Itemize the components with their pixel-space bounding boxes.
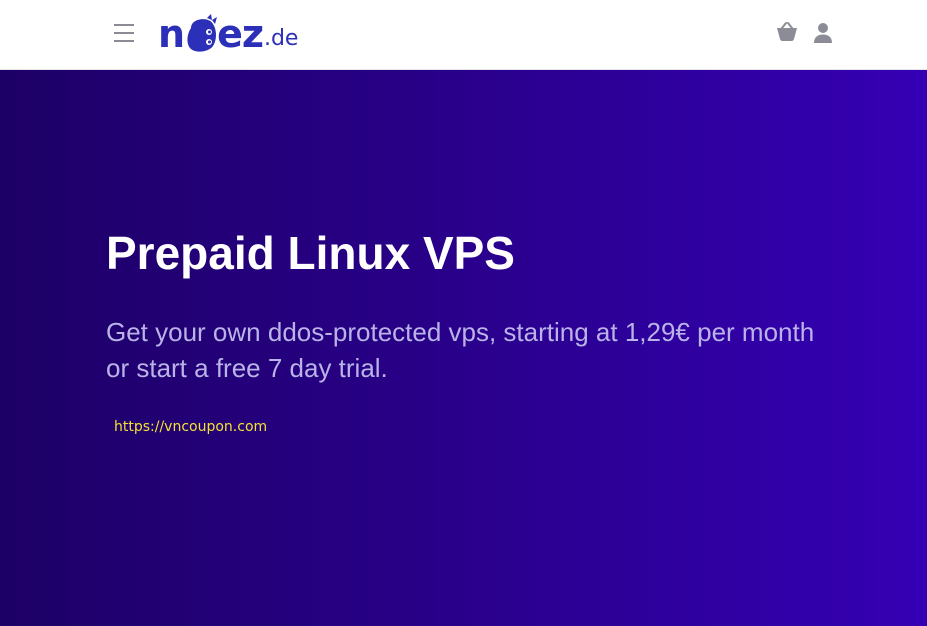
logo-mascot-icon: [185, 14, 219, 54]
account-button[interactable]: [813, 22, 833, 44]
logo-text-end: ez: [217, 12, 264, 56]
hero-subtitle: Get your own ddos-protected vps, startin…: [106, 317, 815, 383]
logo-text-start: n: [158, 12, 185, 56]
hero-section: Prepaid Linux VPS Get your own ddos-prot…: [0, 70, 927, 626]
user-icon: [814, 23, 832, 43]
hamburger-menu-icon: [114, 24, 134, 42]
hamburger-menu-button[interactable]: [112, 20, 136, 46]
logo-tld: .de: [263, 26, 299, 51]
logo-wordmark: n ez: [158, 12, 264, 56]
basket-icon: [777, 22, 797, 41]
site-header: n ez .de: [0, 0, 927, 70]
hero-title: Prepaid Linux VPS: [106, 227, 515, 279]
site-logo[interactable]: n ez .de: [158, 10, 298, 54]
cart-button[interactable]: [776, 22, 798, 42]
watermark-url: https://vncoupon.com: [114, 419, 268, 435]
